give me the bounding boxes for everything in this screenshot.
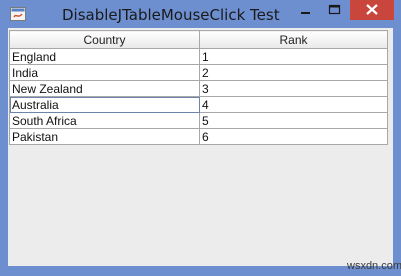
close-button[interactable] [350, 0, 394, 20]
rank-cell[interactable]: 4 [199, 96, 388, 113]
window-title: DisableJTableMouseClick Test [62, 6, 280, 24]
country-cell[interactable]: Pakistan [9, 128, 200, 145]
country-cell-focused[interactable]: Australia [9, 96, 200, 113]
minimize-icon [301, 12, 310, 14]
table-header-row: Country Rank [9, 30, 388, 49]
table-row[interactable]: India 2 [9, 64, 388, 81]
table-row[interactable]: England 1 [9, 48, 388, 65]
maximize-button[interactable] [321, 0, 347, 20]
country-cell[interactable]: South Africa [9, 112, 200, 129]
country-rank-table: Country Rank England 1 India 2 New Zeala… [9, 30, 388, 145]
column-header-country[interactable]: Country [9, 30, 200, 49]
rank-cell[interactable]: 2 [199, 64, 388, 81]
rank-cell[interactable]: 3 [199, 80, 388, 97]
watermark-text: wsxdn.com [347, 260, 401, 272]
rank-cell[interactable]: 6 [199, 128, 388, 145]
country-cell[interactable]: England [9, 48, 200, 65]
table-row[interactable]: New Zealand 3 [9, 80, 388, 97]
table-row[interactable]: South Africa 5 [9, 112, 388, 129]
country-cell[interactable]: New Zealand [9, 80, 200, 97]
minimize-button[interactable] [292, 0, 318, 20]
maximize-icon [328, 4, 341, 15]
table-row[interactable]: Pakistan 6 [9, 128, 388, 145]
rank-cell[interactable]: 5 [199, 112, 388, 129]
table-row[interactable]: Australia 4 [9, 96, 388, 113]
rank-cell[interactable]: 1 [199, 48, 388, 65]
close-icon [366, 4, 378, 15]
content-pane: Country Rank England 1 India 2 New Zeala… [8, 28, 393, 266]
country-cell[interactable]: India [9, 64, 200, 81]
java-app-icon[interactable] [10, 6, 26, 21]
app-window: DisableJTableMouseClick Test Country Ran… [0, 0, 401, 276]
column-header-rank[interactable]: Rank [199, 30, 388, 49]
title-bar[interactable]: DisableJTableMouseClick Test [0, 0, 401, 28]
